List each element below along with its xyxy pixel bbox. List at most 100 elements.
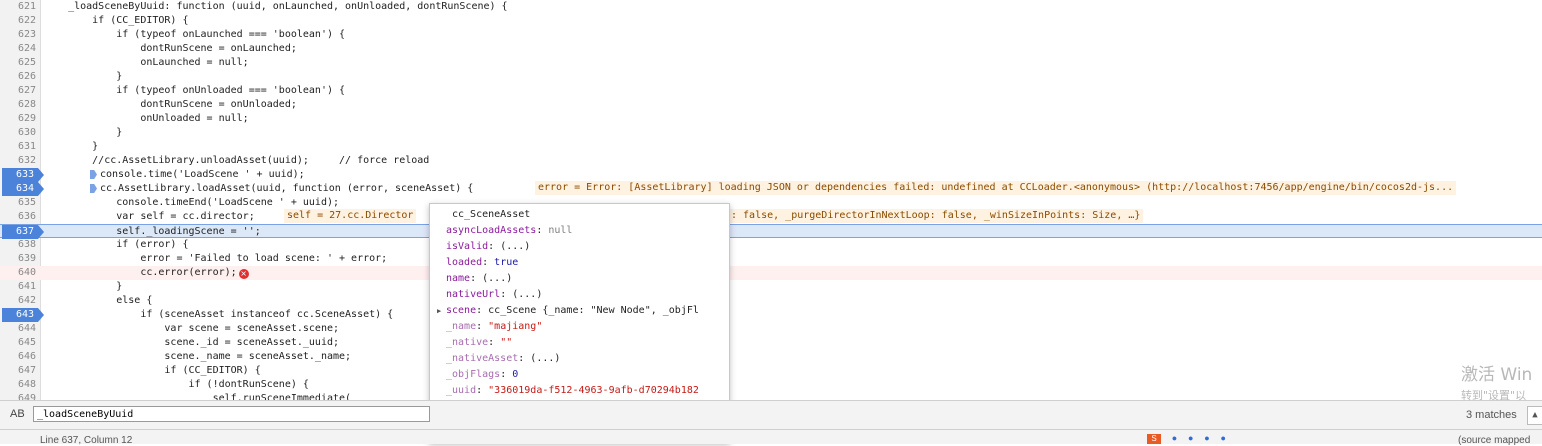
- line-number[interactable]: 640: [0, 266, 36, 280]
- code-line[interactable]: 622 if (CC_EDITOR) {: [0, 14, 1542, 28]
- code-line[interactable]: 627 if (typeof onUnloaded === 'boolean')…: [0, 84, 1542, 98]
- property-key: _name: [446, 321, 477, 332]
- code-text: }: [44, 281, 123, 292]
- property-row[interactable]: _nativeAsset: (...): [446, 352, 560, 366]
- line-number[interactable]: 639: [0, 252, 36, 266]
- code-text: if (typeof onLaunched === 'boolean') {: [44, 29, 346, 40]
- property-row[interactable]: _native: "": [446, 336, 512, 350]
- activation-watermark: 激活 Win 转到"设置"以: [1461, 360, 1532, 403]
- line-number[interactable]: 630: [0, 126, 36, 140]
- property-row[interactable]: asyncLoadAssets: null: [446, 224, 572, 238]
- code-line[interactable]: 645 scene._id = sceneAsset._uuid;: [0, 336, 1542, 350]
- tray-icon[interactable]: ●: [1188, 433, 1193, 443]
- code-line[interactable]: 623 if (typeof onLaunched === 'boolean')…: [0, 28, 1542, 42]
- breakpoint-marker[interactable]: 634: [2, 182, 44, 196]
- property-key: _native: [446, 337, 489, 348]
- code-text: if (CC_EDITOR) {: [44, 365, 261, 376]
- code-text: cc.AssetLibrary.loadAsset(uuid, function…: [100, 183, 474, 194]
- expand-arrow-icon[interactable]: ▶: [437, 304, 441, 318]
- search-input[interactable]: [33, 406, 430, 422]
- line-number[interactable]: 626: [0, 70, 36, 84]
- error-icon[interactable]: ×: [238, 269, 249, 279]
- code-line[interactable]: 632 //cc.AssetLibrary.unloadAsset(uuid);…: [0, 154, 1542, 168]
- code-text: if (sceneAsset instanceof cc.SceneAsset)…: [44, 309, 394, 320]
- code-line[interactable]: 642 else {: [0, 294, 1542, 308]
- code-line[interactable]: 643 if (sceneAsset instanceof cc.SceneAs…: [0, 308, 1542, 322]
- code-line[interactable]: 638 if (error) {: [0, 238, 1542, 252]
- line-number[interactable]: 624: [0, 42, 36, 56]
- property-row[interactable]: loaded: true: [446, 256, 518, 270]
- line-number[interactable]: 622: [0, 14, 36, 28]
- code-text: }: [44, 141, 99, 152]
- property-row[interactable]: isValid: (...): [446, 240, 530, 254]
- code-line[interactable]: 649 self.runSceneImmediate(: [0, 392, 1542, 400]
- property-row[interactable]: nativeUrl: (...): [446, 288, 542, 302]
- inline-breakpoint-icon[interactable]: [90, 170, 97, 179]
- line-number[interactable]: 632: [0, 154, 36, 168]
- code-line[interactable]: 626 }: [0, 70, 1542, 84]
- code-text: self.runSceneImmediate(: [44, 393, 352, 400]
- code-line[interactable]: 629 onUnloaded = null;: [0, 112, 1542, 126]
- regex-toggle-icon[interactable]: AB: [10, 408, 25, 420]
- breakpoint-marker[interactable]: 643: [2, 308, 44, 322]
- property-row[interactable]: ▶ scene: cc_Scene {_name: "New Node", _ob…: [437, 304, 699, 318]
- code-line[interactable]: 624 dontRunScene = onLaunched;: [0, 42, 1542, 56]
- system-tray: S ● ● ● ●: [1147, 433, 1234, 444]
- code-editor[interactable]: 621 _loadSceneByUuid: function (uuid, on…: [0, 0, 1542, 400]
- previous-match-button[interactable]: ▲: [1527, 406, 1542, 425]
- code-line[interactable]: 621 _loadSceneByUuid: function (uuid, on…: [0, 0, 1542, 14]
- property-row[interactable]: _name: "majiang": [446, 320, 542, 334]
- property-row[interactable]: _objFlags: 0: [446, 368, 518, 382]
- code-line[interactable]: 625 onLaunched = null;: [0, 56, 1542, 70]
- key-separator: :: [488, 241, 501, 252]
- code-line[interactable]: 646 scene._name = sceneAsset._name;: [0, 350, 1542, 364]
- code-line[interactable]: 648 if (!dontRunScene) {: [0, 378, 1542, 392]
- line-number[interactable]: 646: [0, 350, 36, 364]
- inline-breakpoint-icon[interactable]: [90, 184, 97, 193]
- source-mapped-label: (source mapped: [1458, 435, 1531, 446]
- line-number[interactable]: 623: [0, 28, 36, 42]
- line-number[interactable]: 638: [0, 238, 36, 252]
- line-number[interactable]: 635: [0, 196, 36, 210]
- line-number[interactable]: 641: [0, 280, 36, 294]
- code-line[interactable]: 631 }: [0, 140, 1542, 154]
- code-line[interactable]: 644 var scene = sceneAsset.scene;: [0, 322, 1542, 336]
- code-line[interactable]: 635 console.timeEnd('LoadScene ' + uuid)…: [0, 196, 1542, 210]
- line-number[interactable]: 631: [0, 140, 36, 154]
- code-text: scene._id = sceneAsset._uuid;: [44, 337, 340, 348]
- code-text: if (!dontRunScene) {: [44, 379, 309, 390]
- code-text: onLaunched = null;: [44, 57, 249, 68]
- code-line[interactable]: 633 console.time('LoadScene ' + uuid);: [0, 168, 1542, 182]
- line-number[interactable]: 645: [0, 336, 36, 350]
- line-number[interactable]: 636: [0, 210, 36, 224]
- tray-icon[interactable]: ●: [1220, 433, 1225, 443]
- code-line[interactable]: 647 if (CC_EDITOR) {: [0, 364, 1542, 378]
- line-number[interactable]: 642: [0, 294, 36, 308]
- line-number[interactable]: 648: [0, 378, 36, 392]
- line-number[interactable]: 644: [0, 322, 36, 336]
- line-number[interactable]: 649: [0, 392, 36, 400]
- code-line[interactable]: 641 }: [0, 280, 1542, 294]
- line-number[interactable]: 629: [0, 112, 36, 126]
- code-line[interactable]: 637 self._loadingScene = '';: [0, 224, 1542, 239]
- key-separator: :: [500, 369, 513, 380]
- code-line[interactable]: 628 dontRunScene = onUnloaded;: [0, 98, 1542, 112]
- code-line[interactable]: 630 }: [0, 126, 1542, 140]
- code-line[interactable]: 639 error = 'Failed to load scene: ' + e…: [0, 252, 1542, 266]
- breakpoint-marker[interactable]: 637: [2, 225, 44, 239]
- property-row[interactable]: name: (...): [446, 272, 512, 286]
- line-number[interactable]: 627: [0, 84, 36, 98]
- line-number[interactable]: 628: [0, 98, 36, 112]
- property-key: isValid: [446, 241, 489, 252]
- tray-icon[interactable]: ●: [1172, 433, 1177, 443]
- tray-icon[interactable]: ●: [1204, 433, 1209, 443]
- line-number[interactable]: 647: [0, 364, 36, 378]
- property-value: "336019da-f512-4963-9afb-d70294b182: [488, 385, 699, 396]
- breakpoint-marker[interactable]: 633: [2, 168, 44, 182]
- key-separator: :: [470, 273, 483, 284]
- code-line[interactable]: 640 cc.error(error); ×: [0, 266, 1542, 280]
- line-number[interactable]: 625: [0, 56, 36, 70]
- line-number[interactable]: 621: [0, 0, 36, 14]
- property-row[interactable]: _uuid: "336019da-f512-4963-9afb-d70294b1…: [446, 384, 699, 398]
- property-key: scene: [446, 305, 477, 316]
